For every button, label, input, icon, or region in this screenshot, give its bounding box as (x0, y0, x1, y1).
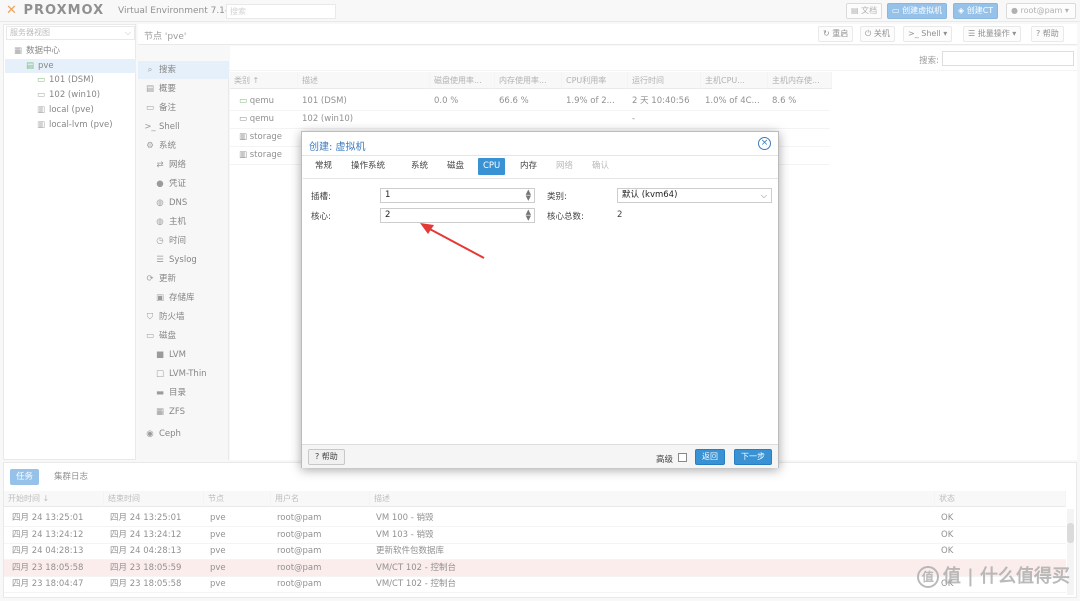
annotation-arrow (420, 223, 485, 259)
cores-label: 核心: (311, 212, 331, 222)
tab-system[interactable]: 系统 (406, 158, 433, 175)
create-vm-dialog: 创建: 虚拟机 × 常规 操作系统 系统 磁盘 CPU 内存 网络 确认 插槽:… (301, 131, 779, 468)
tab-general[interactable]: 常规 (310, 158, 337, 175)
next-button[interactable]: 下一步 (734, 449, 772, 465)
advanced-label: 高级 (656, 455, 674, 465)
tab-disks[interactable]: 磁盘 (442, 158, 469, 175)
chevron-down-icon: ⌵ (760, 191, 767, 200)
spinner-arrows-icon[interactable]: ▲ ▼ (526, 189, 531, 202)
cpu-type-select[interactable]: 默认 (kvm64) ⌵ (617, 188, 772, 203)
total-cores-value: 2 (617, 210, 623, 220)
watermark-icon: 值 (916, 566, 939, 588)
dialog-title: 创建: 虚拟机 (309, 142, 366, 153)
question-icon: ? (315, 452, 320, 461)
help-button[interactable]: ? 帮助 (308, 449, 345, 465)
sockets-spinner[interactable]: 1 ▲ ▼ (380, 188, 535, 203)
tab-confirm: 确认 (592, 161, 610, 171)
close-icon[interactable]: × (758, 137, 771, 150)
tab-memory[interactable]: 内存 (515, 158, 542, 175)
tab-network: 网络 (556, 161, 574, 171)
tab-cpu[interactable]: CPU (478, 158, 506, 175)
watermark-logo: 值值 | 什么值得买 (916, 562, 1070, 588)
tab-os[interactable]: 操作系统 (346, 158, 390, 175)
spinner-arrows-icon[interactable]: ▲ ▼ (526, 209, 531, 222)
back-button[interactable]: 返回 (695, 449, 725, 465)
cpu-type-label: 类别: (547, 192, 567, 202)
cpu-form: 插槽: 1 ▲ ▼ 核心: 2 ▲ ▼ 类别: 默认 (kvm64) ⌵ 核心总数:… (303, 178, 778, 443)
sockets-label: 插槽: (311, 192, 331, 202)
dialog-titlebar: 创建: 虚拟机 × (302, 132, 778, 156)
advanced-checkbox[interactable] (678, 453, 687, 462)
total-cores-label: 核心总数: (547, 212, 584, 222)
dialog-footer: ? 帮助 高级 返回 下一步 (302, 444, 778, 468)
